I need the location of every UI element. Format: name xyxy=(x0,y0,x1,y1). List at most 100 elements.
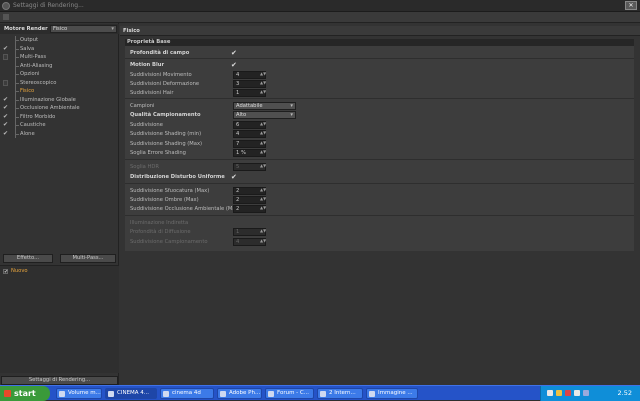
windows-logo-icon xyxy=(4,390,11,397)
stepper-arrows-icon[interactable]: ▲▼ xyxy=(260,72,266,78)
left-panel: Motore Render Fisico ▾ Output ✔ Salva Multi… xyxy=(0,23,119,385)
tree-item-checkbox[interactable]: ✔ xyxy=(3,105,8,111)
render-engine-select[interactable]: Fisico ▾ xyxy=(50,25,117,33)
tree-item-8[interactable]: ✔ Occlusione Ambientale xyxy=(0,104,119,113)
stepper-arrows-icon[interactable]: ▲▼ xyxy=(260,122,266,128)
tree-item-5[interactable]: Stereoscopico xyxy=(0,78,119,87)
stepper-arrows-icon[interactable]: ▲▼ xyxy=(260,164,266,170)
number-field[interactable]: 1 % ▲▼ xyxy=(233,149,266,157)
title-bar[interactable]: Settaggi di Rendering... ✕ xyxy=(0,0,640,12)
property-label: Suddivisione Shading (Max) xyxy=(130,141,203,147)
section-title: Proprietà Base xyxy=(127,39,171,45)
tree-item-checkbox[interactable] xyxy=(3,88,8,94)
property-label: Profondità di Diffusione xyxy=(130,229,191,235)
property-row: Suddivisioni Deformazione 3 ▲▼ xyxy=(125,80,634,89)
taskbar-button-label: cinema 4d xyxy=(172,390,201,396)
effects-list: ✔ Nuovo xyxy=(0,265,119,373)
property-label: Suddivisione xyxy=(130,122,163,128)
number-field[interactable]: 2 ▲▼ xyxy=(233,205,266,213)
app-icon xyxy=(108,391,114,397)
property-dropdown[interactable]: Adattabile ▾ xyxy=(233,102,296,110)
tree-item-checkbox[interactable] xyxy=(3,79,8,86)
stepper-arrows-icon[interactable]: ▲▼ xyxy=(260,90,266,96)
number-field[interactable]: 7 ▲▼ xyxy=(233,140,266,148)
tree-item-3[interactable]: Anti-Aliasing xyxy=(0,61,119,70)
taskbar-button-label: Immagine ... xyxy=(378,390,413,396)
tree-item-2[interactable]: Multi-Pass xyxy=(0,53,119,62)
taskbar-button[interactable]: cinema 4d xyxy=(160,388,214,399)
taskbar-button[interactable]: Immagine ... xyxy=(366,388,418,399)
number-field: 5 ▲▼ xyxy=(233,163,266,171)
tree-item-checkbox[interactable] xyxy=(3,63,8,69)
tree-item-checkbox[interactable]: ✔ xyxy=(3,122,8,128)
property-checkbox[interactable]: ✔ xyxy=(231,174,237,181)
menu-icon[interactable] xyxy=(3,14,9,20)
stepper-arrows-icon[interactable]: ▲▼ xyxy=(260,229,266,235)
taskbar-button[interactable]: CINEMA 4... xyxy=(105,388,157,399)
number-field[interactable]: 4 ▲▼ xyxy=(233,130,266,138)
tree-item-checkbox[interactable]: ✔ xyxy=(3,45,8,52)
tree-item-1[interactable]: ✔ Salva xyxy=(0,44,119,53)
properties-panel: Profondità di campo ✔ Motion Blur ✔ Suddivis… xyxy=(125,46,634,251)
property-row: Campioni Adattabile ▾ xyxy=(125,102,634,111)
property-checkbox[interactable]: ✔ xyxy=(231,62,237,69)
tree-branch xyxy=(15,108,19,109)
multipass-button[interactable]: Multi-Pass... xyxy=(60,254,116,263)
stepper-arrows-icon[interactable]: ▲▼ xyxy=(260,197,266,203)
tree-item-checkbox[interactable]: ✔ xyxy=(3,96,8,103)
display-icon[interactable] xyxy=(583,390,589,396)
effect-buttons: Effetto... Multi-Pass... xyxy=(0,254,119,264)
tree-item-4[interactable]: Opzioni xyxy=(0,70,119,79)
stepper-arrows-icon[interactable]: ▲▼ xyxy=(260,188,266,194)
number-field[interactable]: 4 ▲▼ xyxy=(233,71,266,79)
tree-item-checkbox[interactable] xyxy=(3,37,8,43)
tree-item-9[interactable]: ✔ Filtro Morbido xyxy=(0,112,119,121)
stepper-arrows-icon[interactable]: ▲▼ xyxy=(260,150,266,156)
stepper-arrows-icon[interactable]: ▲▼ xyxy=(260,81,266,87)
property-row: Illuminazione Indiretta xyxy=(125,219,634,228)
taskbar-button[interactable]: Volume m... xyxy=(56,388,102,399)
start-button[interactable]: start xyxy=(0,386,50,401)
tree-item-checkbox[interactable] xyxy=(3,54,8,60)
tree-item-10[interactable]: ✔ Caustiche xyxy=(0,121,119,130)
taskbar-button[interactable]: Forum - C... xyxy=(265,388,314,399)
tree-item-0[interactable]: Output xyxy=(0,36,119,45)
number-field[interactable]: 1 ▲▼ xyxy=(233,89,266,97)
effect-button[interactable]: Effetto... xyxy=(3,254,53,263)
property-dropdown[interactable]: Alto ▾ xyxy=(233,111,296,119)
taskbar-button[interactable]: Adobe Ph... xyxy=(217,388,262,399)
network-icon[interactable] xyxy=(547,390,553,396)
property-checkbox[interactable]: ✔ xyxy=(231,50,237,57)
tree-item-7[interactable]: ✔ Illuminazione Globale xyxy=(0,95,119,104)
volume-icon[interactable] xyxy=(574,390,580,396)
number-field[interactable]: 2 ▲▼ xyxy=(233,196,266,204)
render-engine-label: Motore Render xyxy=(4,26,48,32)
tree-item-checkbox[interactable] xyxy=(3,71,8,77)
tree-branch xyxy=(15,125,19,126)
security-icon[interactable] xyxy=(556,390,562,396)
tree-item-label: Filtro Morbido xyxy=(20,113,56,120)
tree-item-11[interactable]: ✔ Alone xyxy=(0,129,119,138)
clock: 2.52 xyxy=(617,389,632,397)
taskbar-button-label: 2 Intern... xyxy=(329,390,356,396)
render-settings-button[interactable]: Settaggi di Rendering... xyxy=(1,376,118,385)
alert-icon[interactable] xyxy=(565,390,571,396)
close-button[interactable]: ✕ xyxy=(625,1,637,10)
render-engine-row: Motore Render Fisico ▾ xyxy=(0,24,119,34)
stepper-arrows-icon[interactable]: ▲▼ xyxy=(260,206,266,212)
section-header[interactable]: Proprietà Base xyxy=(125,39,634,46)
effect-checkbox[interactable]: ✔ xyxy=(3,269,8,275)
number-field[interactable]: 6 ▲▼ xyxy=(233,121,266,129)
property-label: Qualità Campionamento xyxy=(130,112,201,118)
tree-item-6[interactable]: Fisico xyxy=(0,87,119,96)
number-field[interactable]: 3 ▲▼ xyxy=(233,80,266,88)
app-icon xyxy=(320,391,326,397)
taskbar-button[interactable]: 2 Intern... xyxy=(317,388,363,399)
effect-item[interactable]: ✔ Nuovo xyxy=(0,267,119,276)
stepper-arrows-icon[interactable]: ▲▼ xyxy=(260,141,266,147)
tree-item-checkbox[interactable]: ✔ xyxy=(3,113,8,120)
stepper-arrows-icon[interactable]: ▲▼ xyxy=(260,131,266,137)
tree-item-checkbox[interactable]: ✔ xyxy=(3,130,8,137)
stepper-arrows-icon[interactable]: ▲▼ xyxy=(260,239,266,245)
number-field[interactable]: 2 ▲▼ xyxy=(233,187,266,195)
